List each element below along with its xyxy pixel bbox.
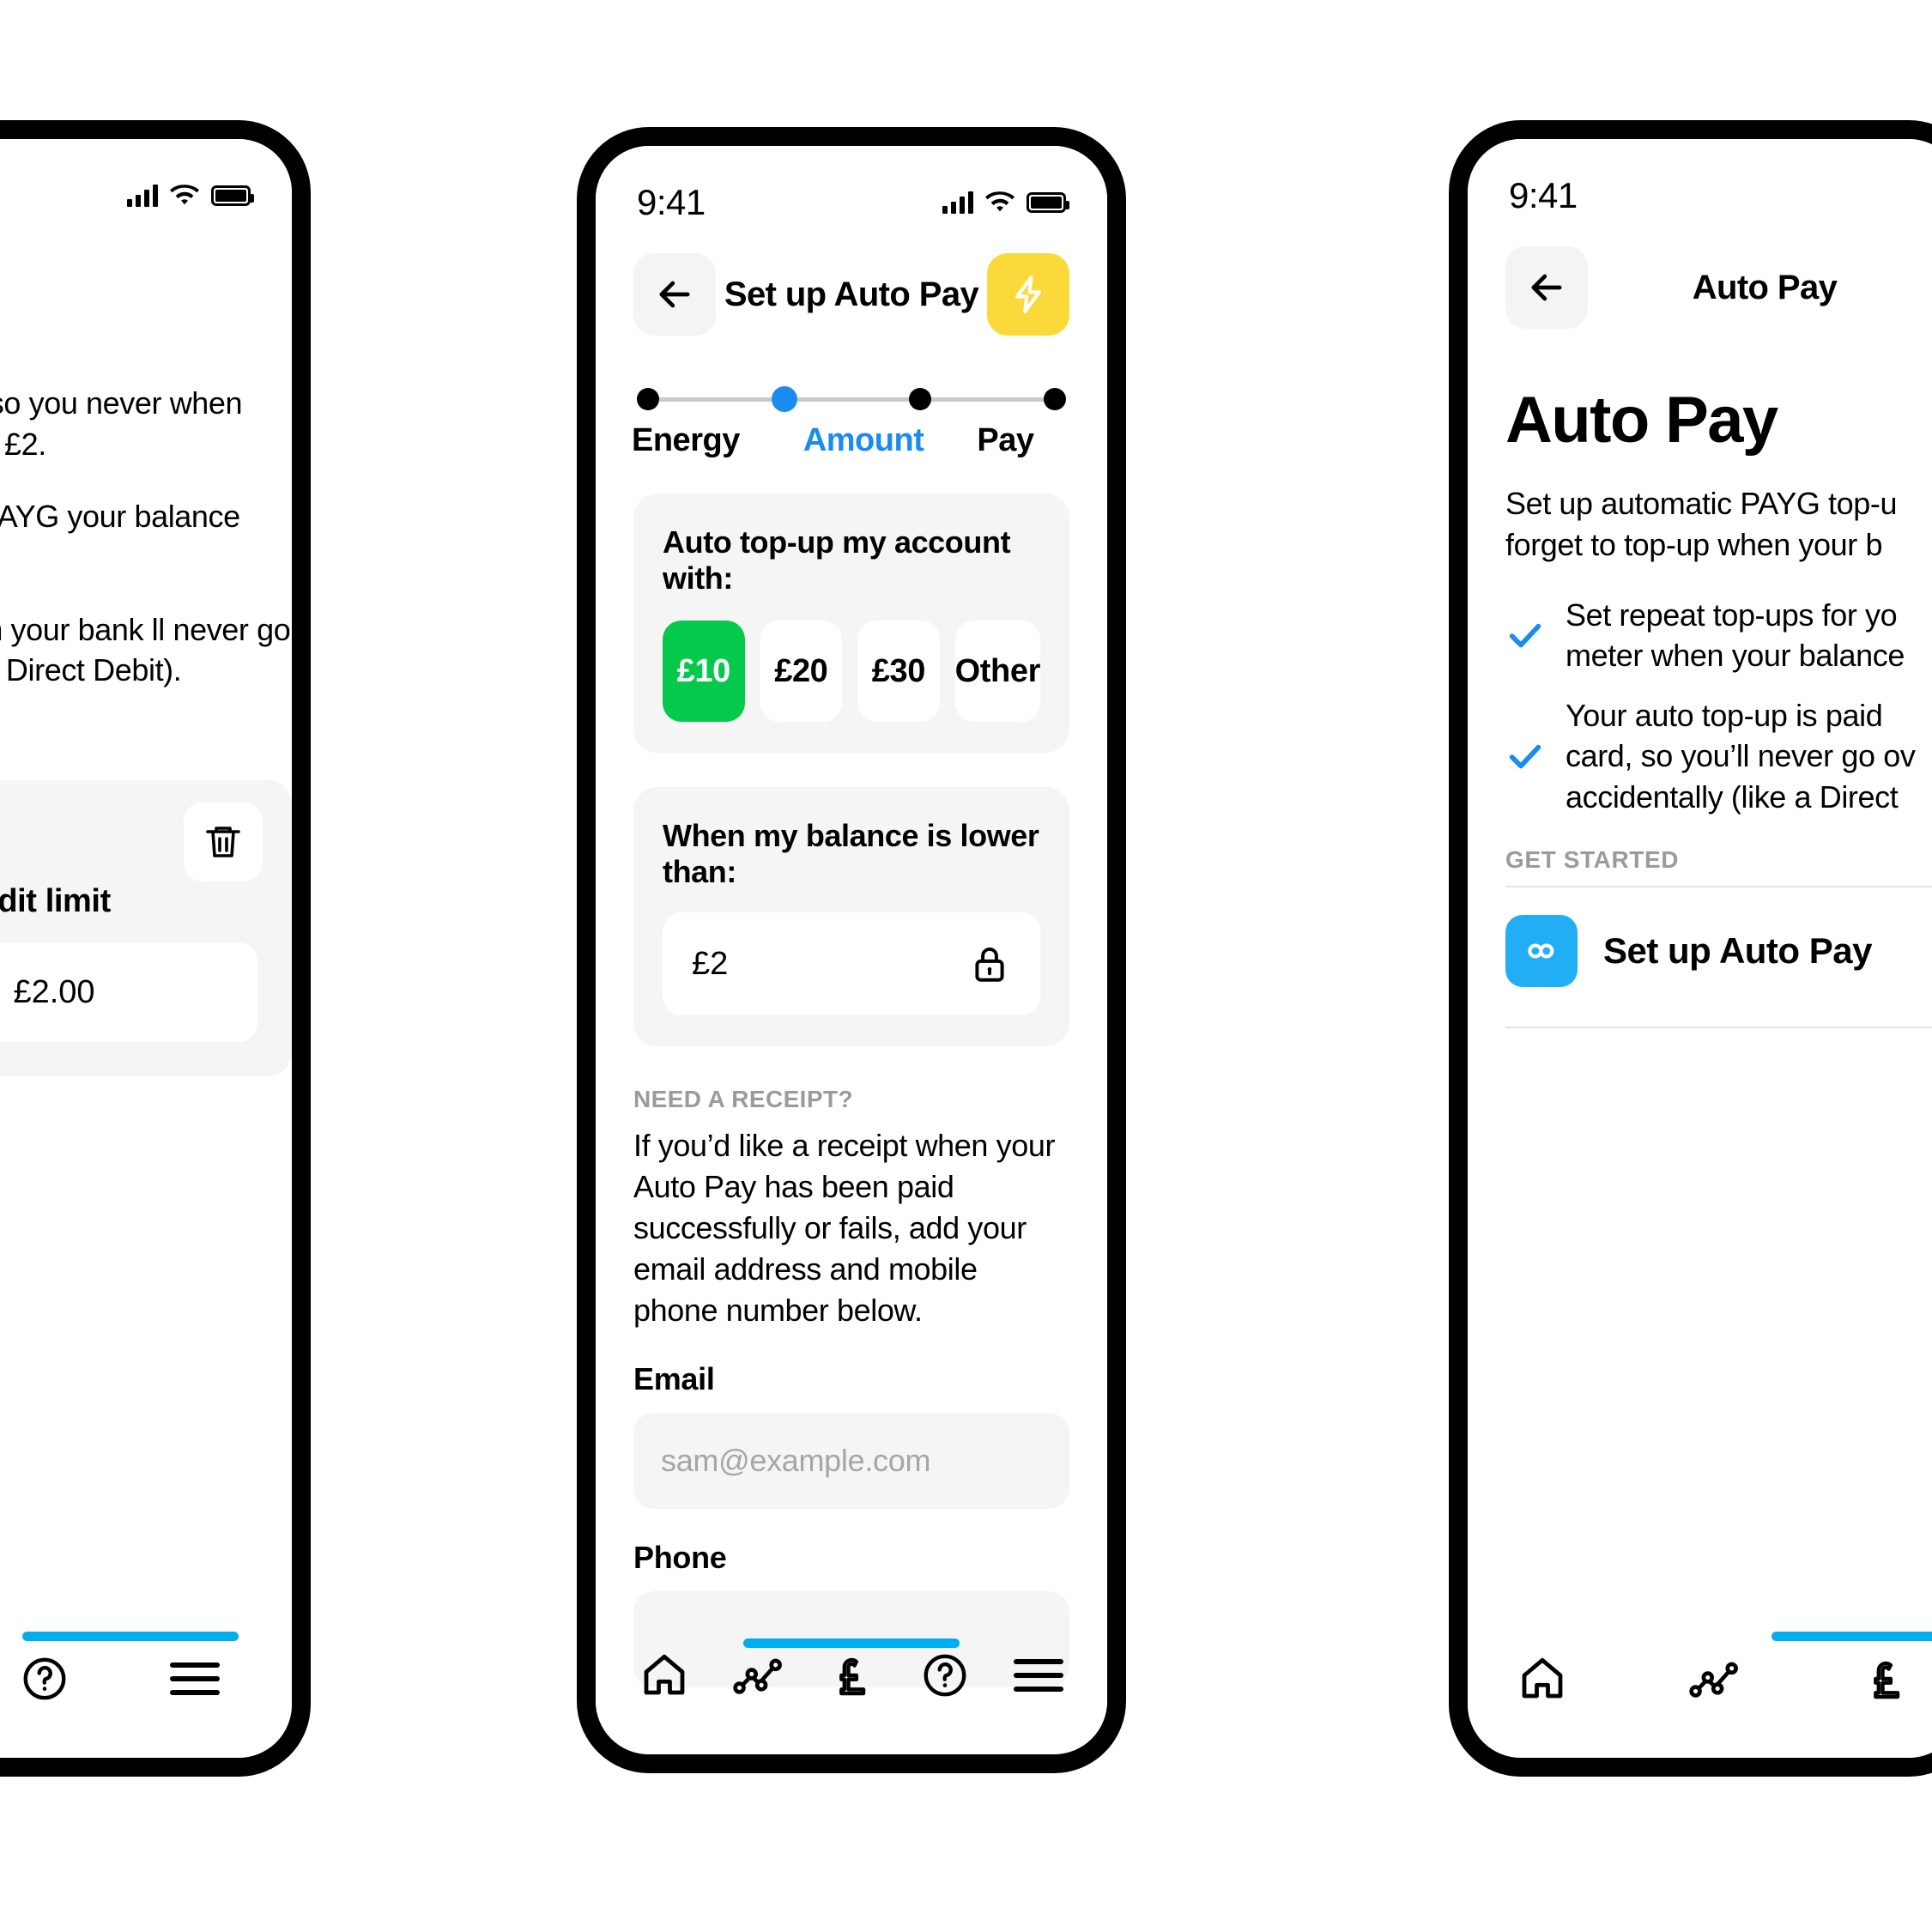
phone-middle: 9:41 Set up Auto Pay Energy Amount Pay A…	[577, 127, 1126, 1773]
amount-options: £10 £20 £30 Other	[663, 621, 1040, 722]
benefit-text-1: Set repeat top-ups for yo meter when you…	[1566, 597, 1905, 674]
screen-left: 9:41 Auto Pay c PAYG top-ups so you neve…	[0, 139, 292, 1758]
credit-limit-value[interactable]: £2.00	[0, 942, 257, 1043]
stepper-dot-energy[interactable]	[637, 388, 659, 410]
wifi-icon	[170, 185, 199, 207]
receipt-body: If you’d like a receipt when your Auto P…	[633, 1128, 1056, 1328]
check-icon	[1505, 736, 1545, 776]
stepper-label-done: Done	[1105, 422, 1107, 459]
lock-icon	[968, 942, 1011, 985]
stepper-dot-amount[interactable]	[771, 386, 797, 412]
amount-option-other[interactable]: Other	[954, 621, 1040, 722]
tab-payments[interactable]	[818, 1642, 885, 1709]
left-paragraph-2: op-ups for your PAYG your balance reache…	[0, 498, 240, 534]
back-arrow-icon	[1524, 265, 1569, 310]
tab-help[interactable]	[11, 1645, 78, 1712]
threshold-card: When my balance is lower than: £2	[633, 787, 1069, 1046]
tab-payments[interactable]	[1852, 1645, 1919, 1712]
phone-label: Phone	[633, 1540, 727, 1576]
benefits-list: Set repeat top-ups for yo meter when you…	[1505, 595, 1924, 818]
threshold-field[interactable]: £2	[663, 912, 1040, 1015]
tabbar-left	[0, 1629, 292, 1758]
status-bar-middle: 9:41	[596, 146, 1107, 228]
wifi-icon	[985, 191, 1014, 214]
stepper-label-amount: Amount	[802, 422, 924, 458]
credit-limit-card: Credit limit £2.00	[0, 780, 292, 1077]
list-item: Set repeat top-ups for yo meter when you…	[1505, 595, 1924, 676]
threshold-value: £2	[692, 945, 729, 982]
back-button[interactable]	[1505, 246, 1588, 329]
infinity-icon	[1505, 915, 1578, 988]
stepper-label-pay: Pay	[977, 422, 1034, 458]
amount-card-title: Auto top-up my account with:	[663, 524, 1011, 596]
status-icons	[127, 185, 254, 207]
phone-right: 9:41 Auto Pay Auto Pay Set up automatic …	[1449, 120, 1932, 1777]
amount-option-10[interactable]: £10	[663, 621, 745, 722]
screenshot-stage: 9:41 Auto Pay c PAYG top-ups so you neve…	[0, 0, 1932, 1932]
get-started-label: GET STARTED	[1505, 846, 1680, 874]
tab-menu[interactable]	[161, 1645, 228, 1712]
battery-icon	[211, 185, 254, 206]
amount-option-30[interactable]: £30	[857, 621, 940, 722]
delete-button[interactable]	[184, 802, 263, 882]
setup-stepper: Energy Amount Pay Done	[596, 340, 1107, 459]
tab-home[interactable]	[631, 1642, 698, 1709]
page-title-middle: Set up Auto Pay	[724, 275, 979, 313]
quick-action-button[interactable]	[987, 253, 1069, 336]
signal-bars-icon	[127, 185, 158, 207]
email-input[interactable]: sam@example.com	[633, 1413, 1069, 1510]
status-time: 9:41	[1509, 175, 1578, 215]
back-button[interactable]	[633, 253, 716, 336]
auto-pay-intro: Set up automatic PAYG top-u forget to to…	[1505, 486, 1898, 562]
benefit-text-2: Your auto top-up is paid card, so you’ll…	[1566, 697, 1916, 815]
stepper-dot-done[interactable]	[1044, 388, 1067, 410]
tabbar-middle	[596, 1626, 1107, 1754]
nav-header-right: Auto Pay	[1468, 221, 1932, 333]
divider-bottom	[1505, 1027, 1932, 1029]
tab-menu[interactable]	[1005, 1642, 1072, 1709]
credit-limit-fields: £2.00	[0, 942, 257, 1043]
email-label: Email	[633, 1361, 715, 1397]
list-item-set-up-auto-pay[interactable]: Set up Auto Pay	[1505, 887, 1924, 1014]
auto-pay-heading: Auto Pay	[1505, 384, 1778, 457]
trash-icon	[203, 821, 244, 863]
list-item: Your auto top-up is paid card, so you’ll…	[1505, 695, 1924, 818]
stepper-line	[648, 397, 1055, 402]
phone-left: 9:41 Auto Pay c PAYG top-ups so you neve…	[0, 120, 311, 1777]
status-bar-right: 9:41	[1468, 139, 1932, 221]
amount-card: Auto top-up my account with: £10 £20 £30…	[633, 494, 1069, 753]
screen-middle: 9:41 Set up Auto Pay Energy Amount Pay A…	[596, 146, 1107, 1754]
left-paragraph-1: c PAYG top-ups so you never when your ba…	[0, 385, 243, 462]
status-bar-left: 9:41	[0, 139, 292, 221]
credit-limit-label: Credit limit	[0, 883, 111, 920]
left-paragraph-3: op-up is paid with your bank ll never go…	[0, 611, 291, 688]
stepper-label-energy: Energy	[632, 422, 740, 458]
stepper-dot-pay[interactable]	[909, 388, 932, 410]
battery-icon	[1027, 192, 1069, 213]
nav-header-middle: Set up Auto Pay	[596, 228, 1107, 340]
status-time: 9:41	[637, 182, 706, 222]
status-icons	[942, 191, 1069, 214]
tab-help[interactable]	[911, 1642, 978, 1709]
lightning-bolt-icon	[1007, 273, 1050, 316]
stepper-track	[637, 386, 1067, 412]
set-up-auto-pay-label: Set up Auto Pay	[1603, 930, 1872, 972]
nav-header-left: Auto Pay	[0, 221, 292, 333]
receipt-section: NEED A RECEIPT? If you’d like a receipt …	[633, 1086, 1069, 1688]
tab-usage[interactable]	[724, 1642, 791, 1709]
check-icon	[1505, 615, 1545, 655]
tab-home[interactable]	[1509, 1645, 1576, 1712]
threshold-card-title: When my balance is lower than:	[663, 818, 1039, 889]
tabbar-right	[1468, 1629, 1932, 1758]
tab-usage[interactable]	[1681, 1645, 1747, 1712]
back-arrow-icon	[652, 272, 697, 317]
screen-right: 9:41 Auto Pay Auto Pay Set up automatic …	[1468, 139, 1932, 1758]
stepper-labels: Energy Amount Pay Done	[632, 422, 1107, 459]
signal-bars-icon	[942, 191, 973, 214]
receipt-eyebrow: NEED A RECEIPT?	[633, 1086, 853, 1112]
amount-option-20[interactable]: £20	[760, 621, 843, 722]
page-title-right: Auto Pay	[1692, 268, 1838, 306]
